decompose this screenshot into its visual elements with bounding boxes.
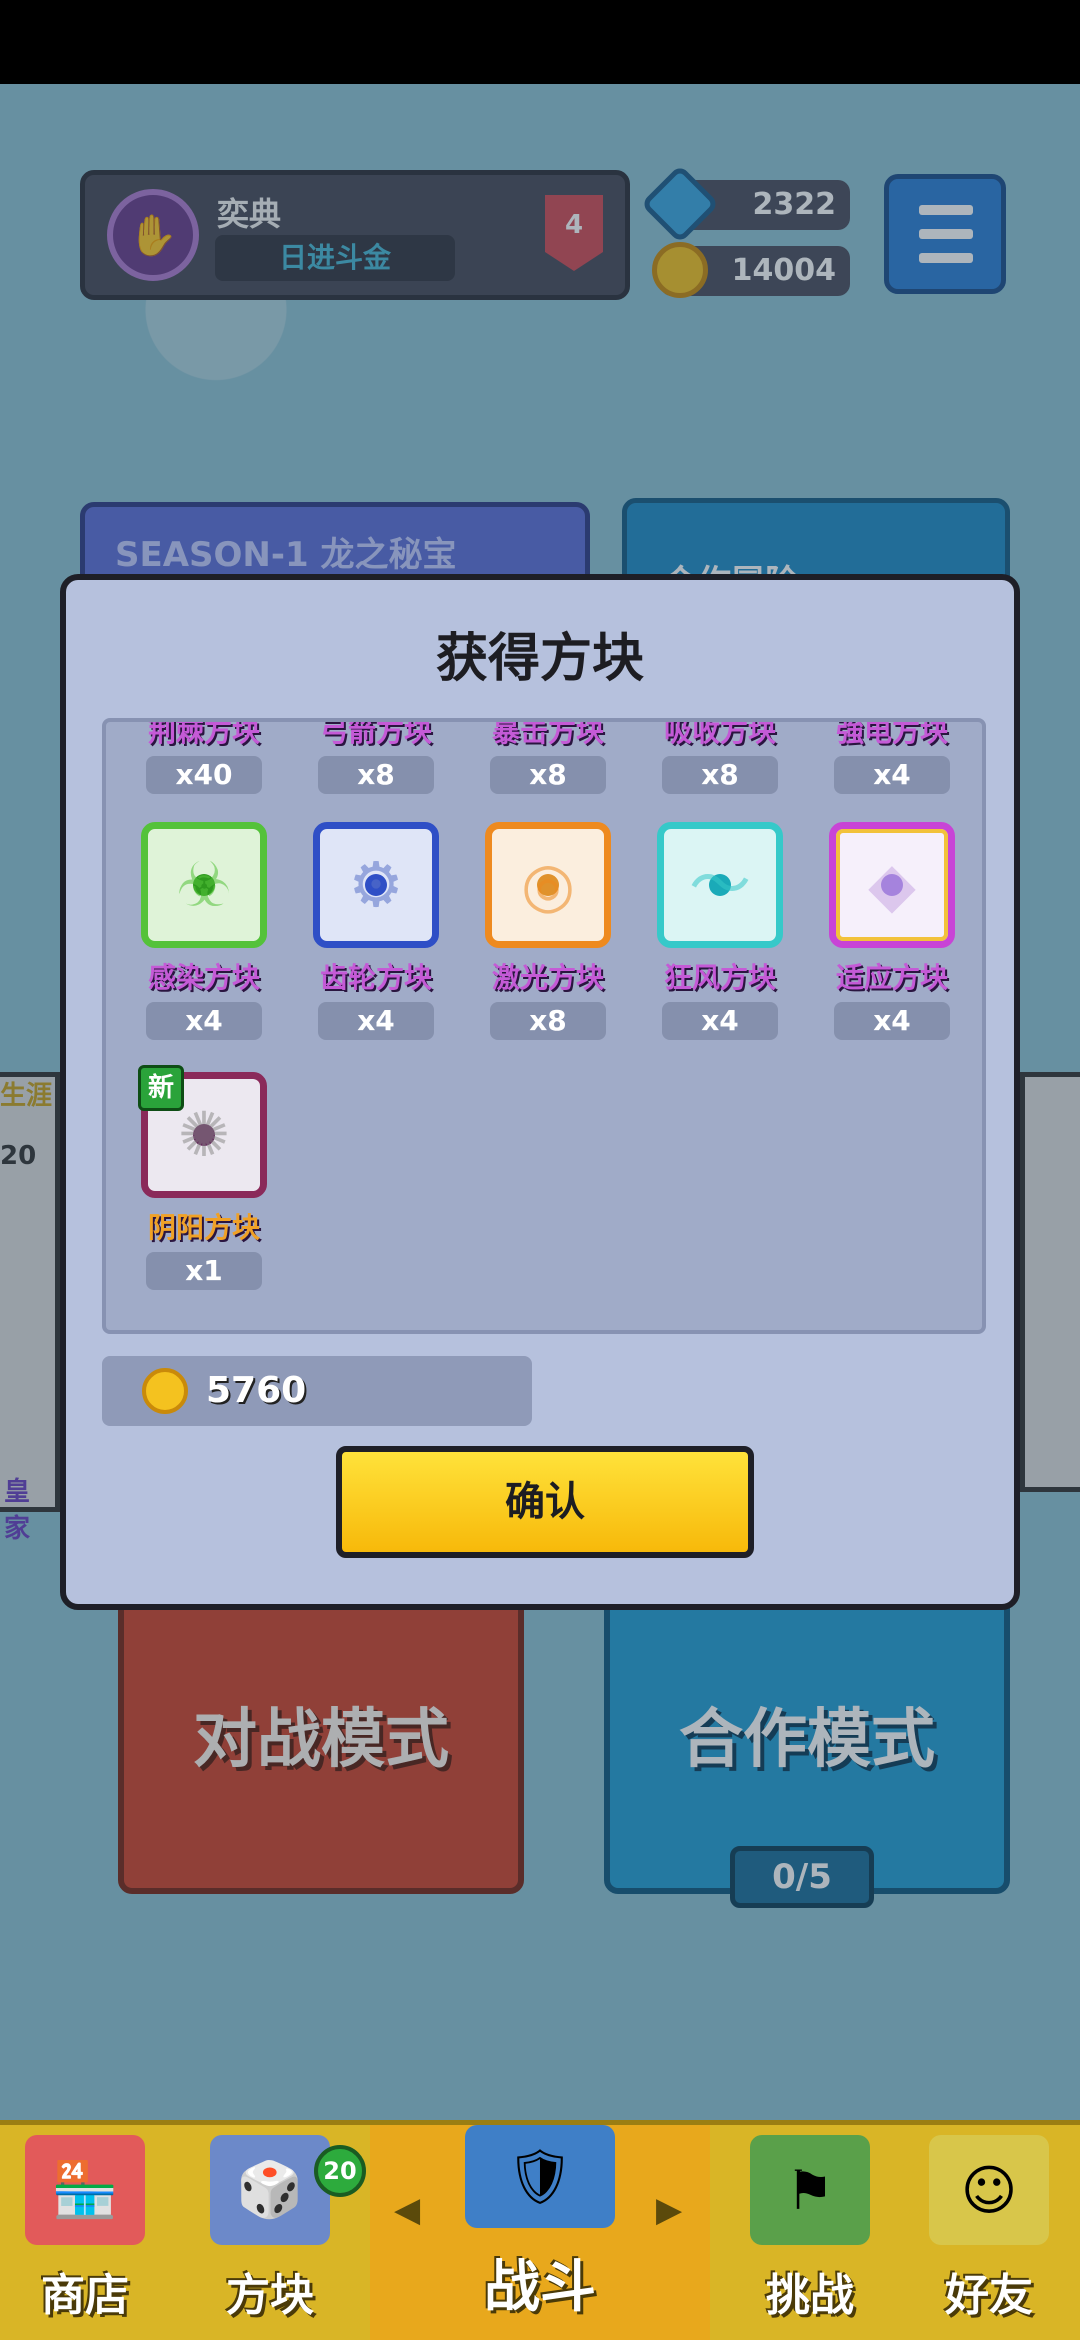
nav-dice-label: 方块 — [226, 2270, 314, 2321]
reward-list[interactable]: 荆棘方块 x40 弓箭方块 x8 暴击方块 x8 吸收方块 x8 強电方块 x4… — [102, 718, 986, 1334]
battle-shield-icon: 🛡 — [465, 2125, 615, 2228]
new-badge: 新 — [138, 1065, 184, 1111]
nav-battle[interactable]: 🛡 战斗 — [370, 2125, 710, 2340]
list-item: 強电方块 x4 — [822, 722, 962, 794]
nav-friends[interactable]: ☺ 好友 — [904, 2125, 1074, 2340]
yinyang-dice-icon: 新 ✺ — [138, 1065, 267, 1198]
nav-friends-label: 好友 — [945, 2270, 1033, 2321]
modal-title: 获得方块 — [435, 629, 644, 689]
list-item: 吸收方块 x8 — [650, 722, 790, 794]
nav-right-arrow-icon[interactable]: ▶ — [656, 2190, 682, 2230]
dice-item-infection[interactable]: ☣ 感染方块 x4 — [134, 822, 274, 1040]
gale-dice-icon: 〜 — [657, 822, 783, 948]
dice-item-adapt[interactable]: ◆ 适应方块 x4 — [822, 822, 962, 1040]
shop-icon: 🏪 — [25, 2135, 145, 2245]
coin-reward: 5760 — [102, 1356, 532, 1426]
gear-dice-icon: ⚙ — [313, 822, 439, 948]
reward-modal: 获得方块 荆棘方块 x40 弓箭方块 x8 暴击方块 x8 吸收方块 x8 強电… — [60, 574, 1020, 1610]
laser-dice-icon: ◎ — [485, 822, 611, 948]
list-item: 暴击方块 x8 — [478, 722, 618, 794]
dice-item-gale[interactable]: 〜 狂风方块 x4 — [650, 822, 790, 1040]
friends-icon: ☺ — [929, 2135, 1049, 2245]
bottom-nav: 🏪 商店 20 🎲 方块 🛡 战斗 ⚑ 挑战 ☺ 好友 — [0, 2120, 1080, 2340]
dice-item-yinyang[interactable]: 新 ✺ 阴阳方块 x1 — [134, 1065, 274, 1290]
nav-challenge[interactable]: ⚑ 挑战 — [720, 2125, 900, 2340]
nav-shop-label: 商店 — [41, 2270, 129, 2321]
coin-reward-value: 5760 — [206, 1370, 307, 1411]
list-item: 弓箭方块 x8 — [306, 722, 446, 794]
adapt-dice-icon: ◆ — [829, 822, 955, 948]
dice-icon: 🎲 — [210, 2135, 330, 2245]
nav-challenge-label: 挑战 — [766, 2270, 854, 2321]
nav-shop[interactable]: 🏪 商店 — [0, 2125, 170, 2340]
dice-item-laser[interactable]: ◎ 激光方块 x8 — [478, 822, 618, 1040]
dice-item-gear[interactable]: ⚙ 齿轮方块 x4 — [306, 822, 446, 1040]
nav-left-arrow-icon[interactable]: ◀ — [394, 2190, 420, 2230]
infection-dice-icon: ☣ — [141, 822, 267, 948]
confirm-button[interactable]: 确认 — [336, 1446, 754, 1558]
nav-battle-label: 战斗 — [484, 2255, 596, 2320]
coin-icon — [142, 1368, 188, 1414]
challenge-icon: ⚑ — [750, 2135, 870, 2245]
nav-dice[interactable]: 20 🎲 方块 — [180, 2125, 366, 2340]
dice-count-badge: 20 — [314, 2145, 366, 2197]
list-item: 荆棘方块 x40 — [134, 722, 274, 794]
